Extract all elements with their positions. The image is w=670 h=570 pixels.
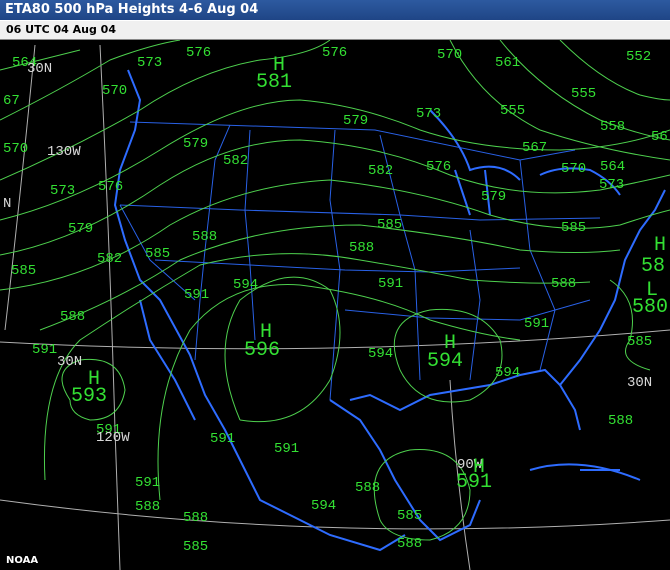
- noaa-credit: NOAA: [6, 555, 39, 566]
- contour-label: 579: [68, 221, 93, 237]
- contour-label: 585: [627, 334, 652, 350]
- contour-label: 585: [561, 220, 586, 236]
- contour-label: 591: [378, 276, 403, 292]
- contour-label: 579: [183, 136, 208, 152]
- contour-label: 573: [599, 177, 624, 193]
- contour-label: 576: [98, 179, 123, 195]
- contour-label: 585: [397, 508, 422, 524]
- contour-label: 582: [97, 251, 122, 267]
- title-bar: ETA80 500 hPa Heights 4-6 Aug 04: [0, 0, 670, 21]
- contour-label: 582: [368, 163, 393, 179]
- contour-label: 570: [561, 161, 586, 177]
- contour-label: 558: [600, 119, 625, 135]
- low-value: 580: [632, 296, 668, 319]
- contour-label: 588: [183, 510, 208, 526]
- contour-label: 594: [233, 277, 258, 293]
- contour-label: 585: [377, 217, 402, 233]
- contour-label: 588: [355, 480, 380, 496]
- contour-label: 56: [651, 129, 668, 145]
- high-value: 594: [427, 350, 463, 373]
- lat-lon-label: 30N: [57, 354, 82, 370]
- contour-label: 573: [50, 183, 75, 199]
- contour-label: 582: [223, 153, 248, 169]
- lat-lon-label: 30N: [627, 375, 652, 391]
- contour-label: 588: [349, 240, 374, 256]
- map-title: ETA80 500 hPa Heights 4-6 Aug 04: [5, 2, 259, 17]
- contour-label: 570: [437, 47, 462, 63]
- contour-label: 576: [186, 45, 211, 61]
- contour-label: 594: [495, 365, 520, 381]
- high-value: 591: [456, 471, 492, 494]
- contour-label: 570: [102, 83, 127, 99]
- contour-label: 588: [608, 413, 633, 429]
- valid-time-bar: 06 UTC 04 Aug 04: [0, 21, 670, 40]
- contour-label: 585: [145, 246, 170, 262]
- contour-label: 579: [343, 113, 368, 129]
- contour-label: 594: [368, 346, 393, 362]
- contour-label: 588: [60, 309, 85, 325]
- contour-label: 585: [183, 539, 208, 555]
- contour-label: 585: [11, 263, 36, 279]
- contour-label: 570: [3, 141, 28, 157]
- valid-time: 06 UTC 04 Aug 04: [6, 23, 116, 36]
- contour-label: 573: [416, 106, 441, 122]
- lat-lon-label: N: [3, 196, 11, 212]
- contour-label: 594: [311, 498, 336, 514]
- contour-label: 579: [481, 189, 506, 205]
- high-value: 58: [641, 255, 665, 278]
- high-value: 593: [71, 385, 107, 408]
- contour-label: 591: [135, 475, 160, 491]
- contour-label: 591: [524, 316, 549, 332]
- contour-label: 576: [322, 45, 347, 61]
- contour-label: 555: [500, 103, 525, 119]
- contour-label: 564: [600, 159, 625, 175]
- contour-label: 552: [626, 49, 651, 65]
- contour-label: 573: [137, 55, 162, 71]
- high-value: 596: [244, 339, 280, 362]
- lat-lon-label: 130W: [47, 144, 81, 160]
- contour-label: 567: [522, 140, 547, 156]
- contour-label: 591: [210, 431, 235, 447]
- high-symbol: H: [654, 234, 666, 257]
- contour-label: 588: [135, 499, 160, 515]
- contour-label: 561: [495, 55, 520, 71]
- contour-label: 591: [274, 441, 299, 457]
- contour-label: 588: [397, 536, 422, 552]
- contour-label: 588: [551, 276, 576, 292]
- contour-label: 576: [426, 159, 451, 175]
- height-contour-map: 564 576 573 576 570 561 552 67 570 555 5…: [0, 40, 670, 570]
- lat-lon-label: 30N: [27, 61, 52, 77]
- lat-lon-label: 120W: [96, 430, 130, 446]
- contour-label: 591: [184, 287, 209, 303]
- contour-label: 555: [571, 86, 596, 102]
- weather-map-viewer: ETA80 500 hPa Heights 4-6 Aug 04 06 UTC …: [0, 0, 670, 570]
- high-value: 581: [256, 71, 292, 94]
- contour-label: 67: [3, 93, 20, 109]
- contour-label: 591: [32, 342, 57, 358]
- contour-label: 588: [192, 229, 217, 245]
